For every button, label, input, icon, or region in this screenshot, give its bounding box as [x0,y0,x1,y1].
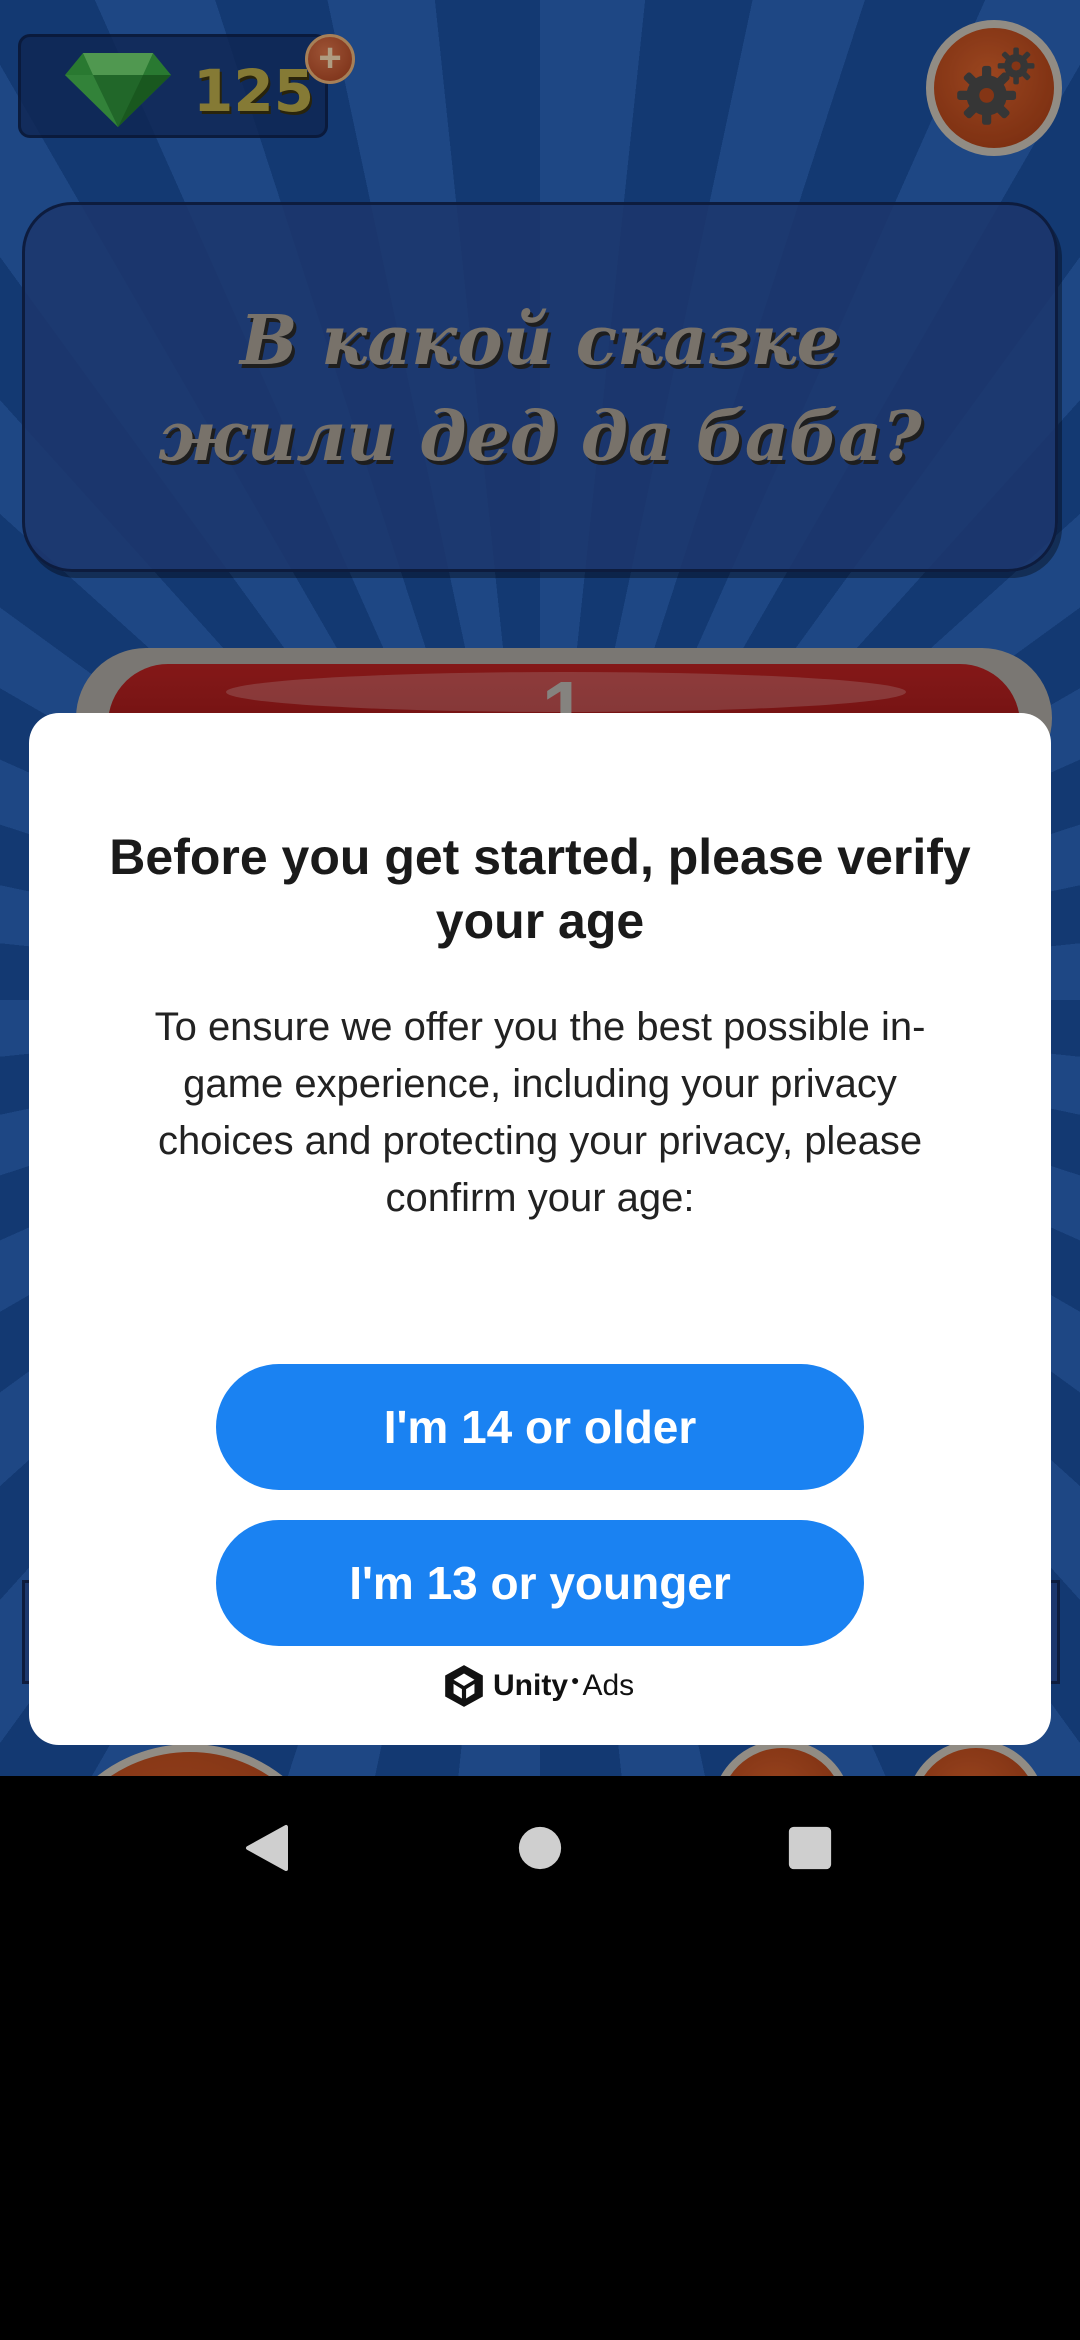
dialog-title: Before you get started, please verify yo… [109,829,971,949]
screen: 125 + В какой сказке жили дед да баба? 1… [0,0,1080,2340]
recents-icon [788,1826,832,1870]
unity-brand-text: Unity [493,1669,568,1702]
ads-brand-text: Ads [582,1669,635,1702]
recents-button[interactable] [760,1798,860,1898]
unity-brand-dot: ● [571,1672,580,1688]
back-button[interactable] [217,1798,317,1898]
system-navigation-bar [0,1776,1080,1920]
age-verification-dialog: Before you get started, please verify yo… [29,713,1051,1745]
age-14-or-older-button[interactable]: I'm 14 or older [216,1364,864,1490]
age-13-or-younger-button[interactable]: I'm 13 or younger [216,1520,864,1646]
back-icon [246,1825,288,1871]
dialog-body: To ensure we offer you the best possible… [154,1005,926,1220]
unity-ads-logo: Unity ● Ads [443,1661,634,1711]
home-button[interactable] [490,1798,590,1898]
home-icon [518,1826,562,1870]
unity-cube-icon [445,1665,483,1707]
